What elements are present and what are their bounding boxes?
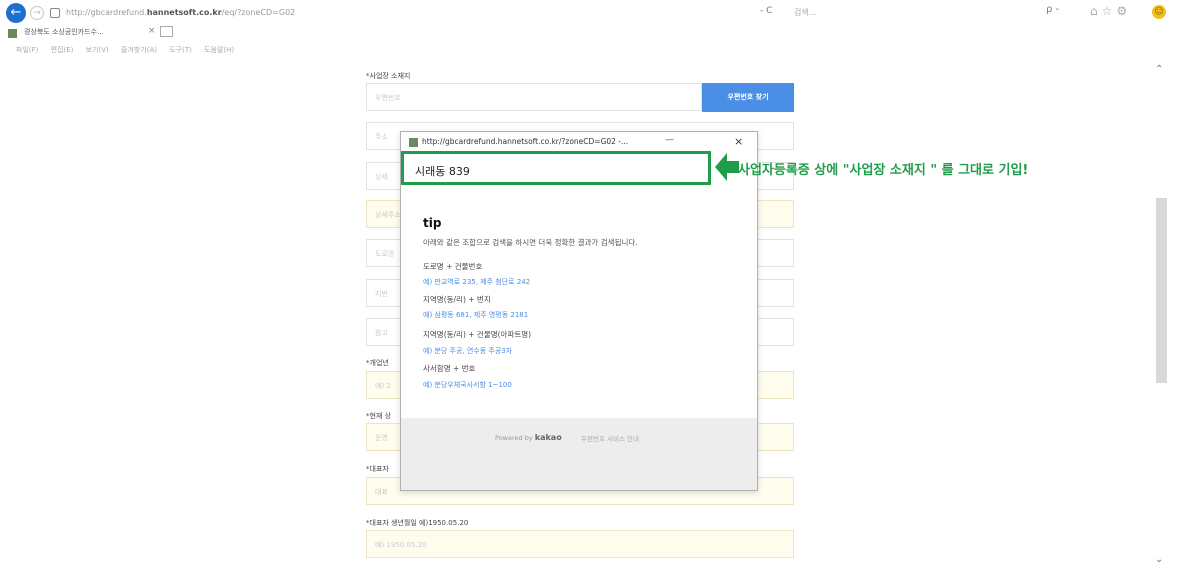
powered-by-kakao[interactable]: Powered by kakao [495, 433, 562, 442]
current-status-label: *현재 상 [366, 412, 392, 420]
address-search-input[interactable]: 시래동 839 [401, 151, 711, 185]
scroll-down-icon[interactable]: ⌄ [1155, 554, 1163, 565]
tab-close-icon[interactable]: × [148, 26, 156, 36]
tip-description: 아래와 같은 조합으로 검색을 하시면 더욱 정확한 결과가 검색됩니다. [423, 238, 638, 247]
tip-label-lot: 지역명(동/리) + 번지 [423, 295, 491, 304]
birth-date-label: *대표자 생년월일 예)1950.05.20 [366, 519, 469, 527]
tip-example-pobox: 예) 분당우체국사서함 1~100 [423, 381, 512, 389]
menu-view[interactable]: 보기(V) [86, 46, 109, 54]
browser-address-bar: ← → http://gbcardrefund.hannetsoft.co.kr… [0, 0, 1199, 24]
new-tab-button[interactable] [160, 26, 173, 37]
menu-help[interactable]: 도움말(H) [204, 46, 234, 54]
tip-label-building: 지역명(동/리) + 건물명(아파트명) [423, 330, 532, 339]
zipcode-search-button[interactable]: 우편번호 찾기 [702, 83, 794, 112]
favorites-icon[interactable] [8, 29, 17, 38]
postcode-popup-window: http://gbcardrefund.hannetsoft.co.kr/?zo… [400, 131, 758, 491]
forward-arrow-icon[interactable]: → [30, 6, 44, 20]
address-search-value: 시래동 839 [415, 165, 470, 178]
menu-edit[interactable]: 편집(E) [51, 46, 74, 54]
birth-date-field[interactable]: 예) 1950.05.20 [366, 530, 794, 558]
browser-icon [409, 138, 418, 147]
left-arrow-icon [715, 153, 739, 181]
menu-file[interactable]: 파일(F) [16, 46, 38, 54]
refresh-icon[interactable]: - C [760, 6, 772, 16]
menu-bar: 파일(F) 편집(E) 보기(V) 즐겨찾기(A) 도구(T) 도움말(H) [0, 42, 1199, 58]
scrollbar-thumb[interactable] [1156, 198, 1167, 383]
popup-title: http://gbcardrefund.hannetsoft.co.kr/?zo… [422, 137, 629, 146]
feedback-smiley-icon[interactable]: ☺ [1152, 5, 1166, 19]
popup-titlebar[interactable]: http://gbcardrefund.hannetsoft.co.kr/?zo… [401, 132, 757, 152]
menu-tools[interactable]: 도구(T) [169, 46, 192, 54]
search-icon[interactable]: ρ - [1046, 4, 1059, 15]
tip-label-road: 도로명 + 건물번호 [423, 262, 483, 271]
tip-example-lot: 예) 삼평동 681, 제주 영평동 2181 [423, 311, 529, 319]
tip-title: tip [423, 216, 442, 230]
open-date-label: *개업년 [366, 359, 389, 367]
minimize-icon[interactable]: — [665, 135, 674, 145]
page-icon [50, 8, 60, 18]
tab-active[interactable]: 경상북도 소상공인카드수... [24, 27, 104, 37]
scroll-up-icon[interactable]: ⌃ [1155, 64, 1163, 75]
popup-footer: Powered by kakao 우편번호 서비스 안내 [401, 418, 757, 490]
address-label: *사업장 소재지 [366, 72, 411, 80]
tab-row: 경상북도 소상공인카드수... × [0, 24, 1199, 42]
tip-example-road: 예) 판교역로 235, 제주 첨단로 242 [423, 278, 531, 286]
toolbar-icons[interactable]: ⌂☆⚙ [1090, 4, 1131, 18]
url-field[interactable]: http://gbcardrefund.hannetsoft.co.kr/eq/… [66, 4, 786, 21]
tip-label-pobox: 사서함명 + 번호 [423, 364, 476, 373]
zipcode-field[interactable]: 우편번호 [366, 83, 702, 111]
menu-favorites[interactable]: 즐겨찾기(A) [121, 46, 157, 54]
tip-example-building: 예) 분당 주공, 연수동 주공3차 [423, 347, 513, 355]
close-icon[interactable]: × [734, 135, 743, 148]
representative-label: *대표자 [366, 465, 389, 473]
back-arrow-icon[interactable]: ← [6, 3, 26, 23]
instruction-annotation: 사업자등록증 상에 "사업장 소재지 " 를 그대로 기입! [738, 163, 1029, 178]
postcode-service-link[interactable]: 우편번호 서비스 안내 [581, 433, 639, 443]
